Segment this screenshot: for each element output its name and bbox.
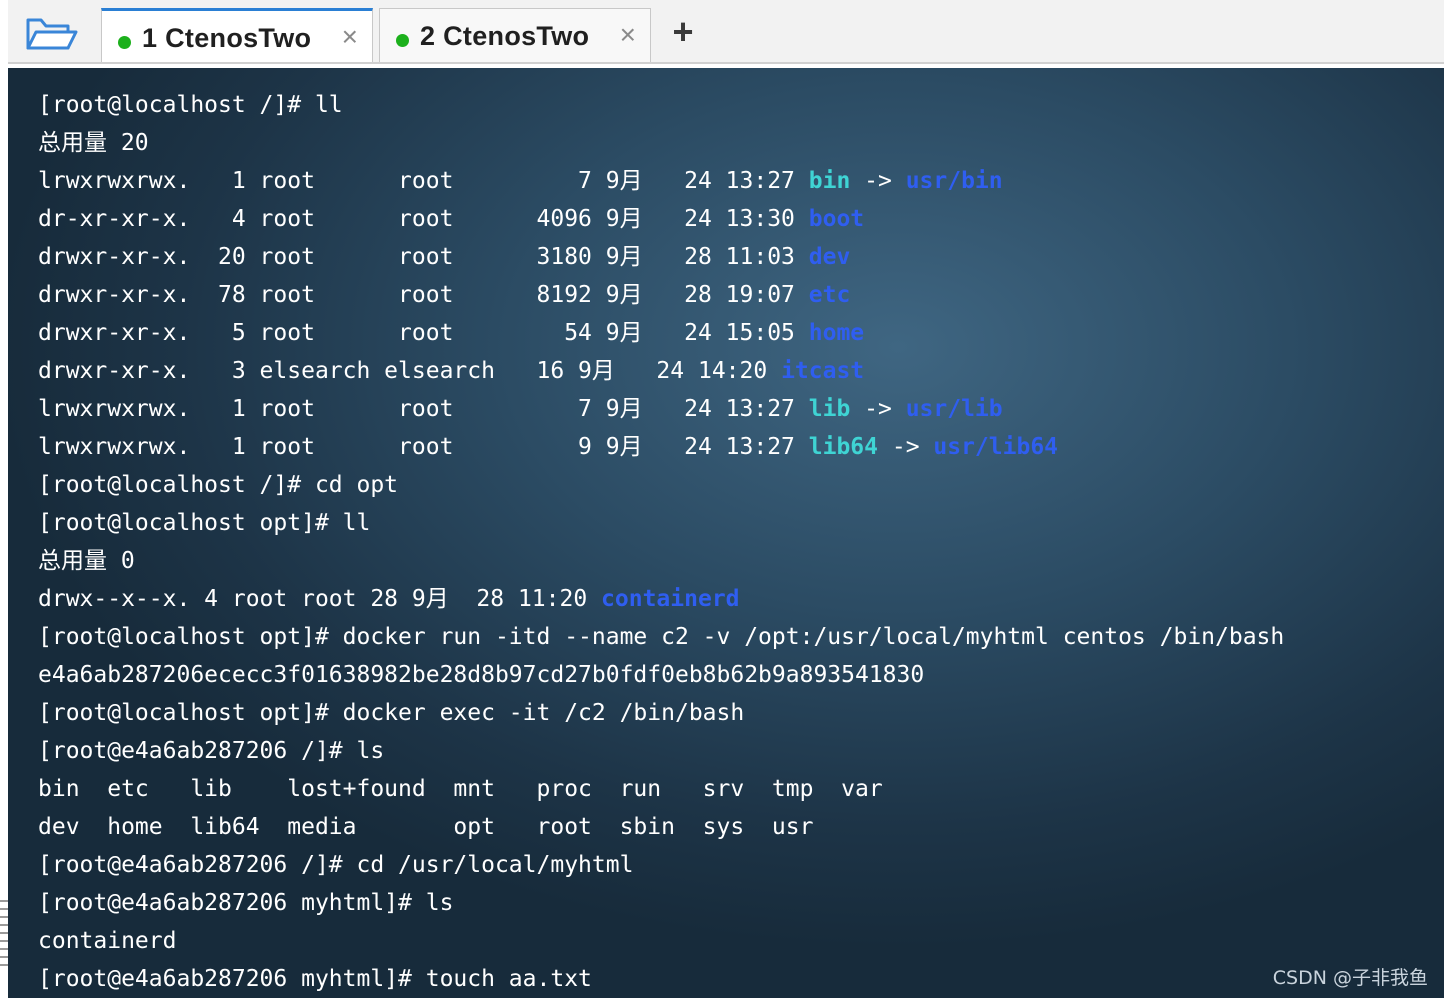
directory-name: home xyxy=(808,320,865,346)
terminal-text: -> xyxy=(850,396,906,422)
terminal-text: [root@localhost /]# cd opt xyxy=(38,472,399,498)
directory-name: usr/lib64 xyxy=(933,434,1059,460)
terminal-text: [root@localhost opt]# docker exec -it /c… xyxy=(38,700,745,726)
tab-bar: 1 CtenosTwo × 2 CtenosTwo × + xyxy=(8,0,1444,64)
terminal-line: [root@localhost /]# cd opt xyxy=(38,466,1284,504)
terminal-line: 总用量 20 xyxy=(38,124,1284,162)
directory-name: etc xyxy=(808,282,851,308)
terminal-line: drwx--x--x. 4 root root 28 9月 28 11:20 c… xyxy=(38,580,1284,618)
terminal-line: [root@e4a6ab287206 myhtml]# ls xyxy=(38,884,1284,922)
terminal-line: 总用量 0 xyxy=(38,542,1284,580)
add-tab-icon[interactable]: + xyxy=(663,12,703,52)
terminal-text: [root@e4a6ab287206 myhtml]# touch aa.txt xyxy=(38,966,592,992)
terminal-text: [root@e4a6ab287206 myhtml]# ls xyxy=(38,890,454,916)
directory-name: dev xyxy=(808,244,851,270)
terminal-text: drwx--x--x. 4 root root 28 9月 28 11:20 xyxy=(38,586,602,612)
tab-session-1[interactable]: 1 CtenosTwo × xyxy=(101,8,373,62)
terminal-line: lrwxrwxrwx. 1 root root 7 9月 24 13:27 bi… xyxy=(38,162,1284,200)
terminal-text: drwxr-xr-x. 3 elsearch elsearch 16 9月 24… xyxy=(38,358,782,384)
terminal-line: dr-xr-xr-x. 4 root root 4096 9月 24 13:30… xyxy=(38,200,1284,238)
terminal-text: [root@localhost /]# ll xyxy=(38,92,343,118)
terminal-line: containerd xyxy=(38,922,1284,960)
terminal-line: drwxr-xr-x. 78 root root 8192 9月 28 19:0… xyxy=(38,276,1284,314)
symlink-name: lib64 xyxy=(808,434,878,460)
directory-name: usr/bin xyxy=(905,168,1003,194)
terminal-text: [root@localhost opt]# ll xyxy=(38,510,371,536)
terminal-text: 总用量 20 xyxy=(38,130,149,156)
connected-status-icon xyxy=(396,34,409,47)
directory-name: usr/lib xyxy=(905,396,1003,422)
terminal-text: dev home lib64 media opt root sbin sys u… xyxy=(38,814,814,840)
terminal-line: [root@localhost opt]# docker run -itd --… xyxy=(38,618,1284,656)
terminal-text: [root@localhost opt]# docker run -itd --… xyxy=(38,624,1285,650)
terminal-text: drwxr-xr-x. 78 root root 8192 9月 28 19:0… xyxy=(38,282,809,308)
tab-label: 2 CtenosTwo xyxy=(420,21,590,51)
terminal-text: lrwxrwxrwx. 1 root root 9 9月 24 13:27 xyxy=(38,434,809,460)
terminal-line: dev home lib64 media opt root sbin sys u… xyxy=(38,808,1284,846)
directory-name: itcast xyxy=(781,358,865,384)
terminal-text: bin etc lib lost+found mnt proc run srv … xyxy=(38,776,883,802)
tab-label: 1 CtenosTwo xyxy=(142,23,312,53)
terminal-text: [root@e4a6ab287206 /]# cd /usr/local/myh… xyxy=(38,852,634,878)
terminal-text: 总用量 0 xyxy=(38,548,135,574)
terminal-line: drwxr-xr-x. 3 elsearch elsearch 16 9月 24… xyxy=(38,352,1284,390)
tab-session-2[interactable]: 2 CtenosTwo × xyxy=(379,8,651,62)
directory-name: containerd xyxy=(601,586,740,612)
directory-name: boot xyxy=(808,206,865,232)
terminal-text: dr-xr-xr-x. 4 root root 4096 9月 24 13:30 xyxy=(38,206,809,232)
watermark: CSDN @子非我鱼 xyxy=(1272,967,1428,989)
terminal-text: -> xyxy=(850,168,906,194)
terminal-text: containerd xyxy=(38,928,177,954)
terminal-line: [root@localhost opt]# docker exec -it /c… xyxy=(38,694,1284,732)
terminal-line: lrwxrwxrwx. 1 root root 7 9月 24 13:27 li… xyxy=(38,390,1284,428)
close-icon[interactable]: × xyxy=(620,19,636,51)
terminal-text: lrwxrwxrwx. 1 root root 7 9月 24 13:27 xyxy=(38,168,809,194)
terminal-line: [root@localhost /]# ll xyxy=(38,86,1284,124)
terminal-text: drwxr-xr-x. 20 root root 3180 9月 28 11:0… xyxy=(38,244,809,270)
terminal-line: bin etc lib lost+found mnt proc run srv … xyxy=(38,770,1284,808)
connected-status-icon xyxy=(118,36,131,49)
terminal-lines: [root@localhost /]# ll 总用量 20 lrwxrwxrwx. … xyxy=(38,86,1284,998)
terminal-line: drwxr-xr-x. 20 root root 3180 9月 28 11:0… xyxy=(38,238,1284,276)
terminal-line: e4a6ab287206ececc3f01638982be28d8b97cd27… xyxy=(38,656,1284,694)
scrollbar-grip[interactable] xyxy=(0,900,8,970)
symlink-name: lib xyxy=(808,396,851,422)
symlink-name: bin xyxy=(808,168,851,194)
terminal-line: [root@e4a6ab287206 myhtml]# touch aa.txt xyxy=(38,960,1284,998)
terminal-text: e4a6ab287206ececc3f01638982be28d8b97cd27… xyxy=(38,662,925,688)
terminal-text: -> xyxy=(878,434,934,460)
folder-open-icon[interactable] xyxy=(22,12,78,54)
terminal-text: [root@e4a6ab287206 /]# ls xyxy=(38,738,385,764)
terminal-line: [root@localhost opt]# ll xyxy=(38,504,1284,542)
close-icon[interactable]: × xyxy=(342,21,358,53)
terminal-text: lrwxrwxrwx. 1 root root 7 9月 24 13:27 xyxy=(38,396,809,422)
terminal-line: [root@e4a6ab287206 /]# ls xyxy=(38,732,1284,770)
terminal-line: drwxr-xr-x. 5 root root 54 9月 24 15:05 h… xyxy=(38,314,1284,352)
terminal-output[interactable]: [root@localhost /]# ll 总用量 20 lrwxrwxrwx. … xyxy=(8,68,1444,998)
terminal-text: drwxr-xr-x. 5 root root 54 9月 24 15:05 xyxy=(38,320,809,346)
terminal-line: lrwxrwxrwx. 1 root root 9 9月 24 13:27 li… xyxy=(38,428,1284,466)
terminal-line: [root@e4a6ab287206 /]# cd /usr/local/myh… xyxy=(38,846,1284,884)
